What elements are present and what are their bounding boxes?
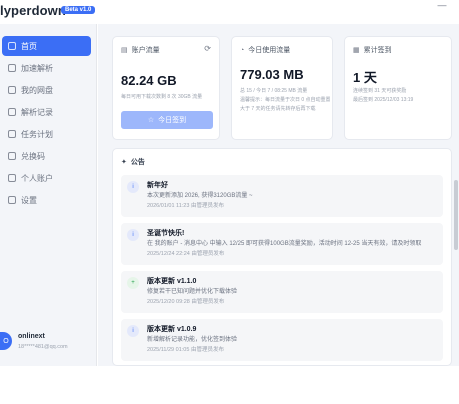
sidebar-item-label: 兑换码	[21, 151, 45, 161]
sidebar-item-label: 加速解析	[21, 63, 53, 73]
refresh-icon[interactable]: ⟳	[204, 44, 211, 53]
sidebar-item-disk[interactable]: 我的网盘	[2, 80, 91, 100]
minimize-button[interactable]: —	[436, 0, 448, 10]
cloud-icon	[8, 86, 16, 94]
notice-item-meta: 2025/12/24 22:24 由管理员发布	[147, 251, 225, 257]
wallet-icon: ▤	[121, 47, 128, 54]
sidebar-item-home[interactable]: 首页	[2, 36, 91, 56]
notice-item-title: 圣诞节快乐!	[147, 230, 185, 237]
sidebar-item-parse[interactable]: 加速解析	[2, 58, 91, 78]
info-icon: i	[127, 325, 139, 337]
notice-item-body: 新增解析记录功能，优化签到体验	[147, 337, 238, 343]
today-usage-card: ◔ 今日使用流量 779.03 MB 总 15 / 今日 7 / 08:25 M…	[231, 36, 333, 140]
sidebar-item-label: 首页	[21, 41, 37, 51]
gift-icon	[8, 152, 16, 160]
app-brand: lyperdown	[0, 3, 66, 18]
calendar-icon	[8, 130, 16, 138]
sidebar-item-redeem[interactable]: 兑换码	[2, 146, 91, 166]
sidebar-item-label: 解析记录	[21, 107, 53, 117]
notice-item-title: 版本更新 v1.1.0	[147, 278, 197, 285]
checkin-last-date: 最后签到 2025/12/03 13:19	[353, 97, 414, 103]
scrollbar[interactable]	[454, 180, 458, 250]
today-usage-sub: 总 15 / 今日 7 / 08:25 MB 流量	[240, 88, 308, 94]
card-title: ▤ 账户流量	[121, 45, 160, 55]
notice-item-meta: 2026/01/01 11:23 由管理员发布	[147, 203, 224, 209]
sidebar-item-label: 我的网盘	[21, 85, 53, 95]
sidebar-item-label: 任务计划	[21, 129, 53, 139]
notice-panel: ✦ 公告 i 新年好 本次更新添加 2026, 获得3120GB流量 ~ 202…	[112, 148, 452, 366]
user-icon	[8, 174, 16, 182]
user-email: 18*****481@qq.com	[18, 344, 68, 350]
account-traffic-card: ▤ 账户流量 ⟳ 82.24 GB 每日可用下载次数剩 8 次 30GB 流量 …	[112, 36, 220, 140]
account-traffic-sub: 每日可用下载次数剩 8 次 30GB 流量	[121, 94, 203, 100]
list-item[interactable]: i 版本更新 v1.0.9 新增解析记录功能，优化签到体验 2025/11/29…	[121, 319, 443, 361]
title-bar: lyperdown Beta v1.0 —	[0, 0, 459, 24]
today-usage-value: 779.03 MB	[240, 67, 304, 82]
main-content: ▤ 账户流量 ⟳ 82.24 GB 每日可用下载次数剩 8 次 30GB 流量 …	[98, 24, 459, 366]
notice-item-body: 修复若干已知问题并优化下载体验	[147, 289, 238, 295]
sidebar-item-label: 个人账户	[21, 173, 53, 183]
notice-item-meta: 2025/12/20 09:28 由管理员发布	[147, 299, 225, 305]
checkin-days-sub: 连续签到 31 天可获奖励	[353, 88, 407, 94]
user-profile[interactable]: O onlinext 18*****481@qq.com	[0, 328, 97, 358]
calendar-icon: ▦	[353, 47, 360, 54]
plus-icon: +	[127, 277, 139, 289]
star-icon: ☆	[147, 117, 155, 124]
app-window: lyperdown Beta v1.0 — 首页 加速解析 我的网盘 解析记录 …	[0, 0, 459, 366]
card-title-label: 今日使用流量	[248, 47, 291, 54]
list-item[interactable]: i 圣诞节快乐! 在 我的账户 - 消息中心 中输入 12/25 即可获得100…	[121, 223, 443, 265]
bolt-icon	[8, 64, 16, 72]
sidebar: 首页 加速解析 我的网盘 解析记录 任务计划 兑换码 个人账户 设置 O onl…	[0, 24, 97, 366]
account-traffic-value: 82.24 GB	[121, 73, 177, 88]
home-icon	[8, 42, 16, 50]
checkin-days-value: 1 天	[353, 70, 377, 85]
today-usage-note: 大于 7 天的任务请先转存后再下载	[240, 106, 316, 112]
card-title: ▦ 累计签到	[353, 45, 392, 55]
gauge-icon: ◔	[240, 46, 245, 54]
megaphone-icon: ✦	[121, 159, 127, 166]
sidebar-item-history[interactable]: 解析记录	[2, 102, 91, 122]
notice-header: ✦ 公告	[121, 157, 145, 167]
history-icon	[8, 108, 16, 116]
version-badge: Beta v1.0	[61, 6, 96, 14]
sidebar-item-tasks[interactable]: 任务计划	[2, 124, 91, 144]
gear-icon	[8, 196, 16, 204]
notice-title: 公告	[130, 159, 145, 166]
avatar: O	[0, 332, 12, 350]
list-item[interactable]: i 新年好 本次更新添加 2026, 获得3120GB流量 ~ 2026/01/…	[121, 175, 443, 217]
info-icon: i	[127, 181, 139, 193]
sidebar-item-account[interactable]: 个人账户	[2, 168, 91, 188]
card-title: ◔ 今日使用流量	[240, 45, 290, 55]
sidebar-item-label: 设置	[21, 195, 37, 205]
notice-item-title: 新年好	[147, 182, 168, 189]
checkin-button[interactable]: ☆ 今日签到	[121, 111, 213, 129]
notice-item-body: 在 我的账户 - 消息中心 中输入 12/25 即可获得100GB流量奖励，活动…	[147, 241, 422, 247]
notice-item-body: 本次更新添加 2026, 获得3120GB流量 ~	[147, 193, 253, 199]
info-icon: i	[127, 229, 139, 241]
list-item[interactable]: + 版本更新 v1.1.0 修复若干已知问题并优化下载体验 2025/12/20…	[121, 271, 443, 313]
notice-item-meta: 2025/11/29 01:05 由管理员发布	[147, 347, 224, 353]
checkin-days-card: ▦ 累计签到 1 天 连续签到 31 天可获奖励 最后签到 2025/12/03…	[344, 36, 452, 140]
sidebar-item-settings[interactable]: 设置	[2, 190, 91, 210]
card-title-label: 累计签到	[363, 47, 392, 54]
card-title-label: 账户流量	[131, 47, 160, 54]
checkin-button-label: 今日签到	[158, 117, 187, 124]
user-name: onlinext	[18, 333, 45, 340]
notice-item-title: 版本更新 v1.0.9	[147, 326, 197, 333]
today-usage-tip: 温馨提示：每日流量于次日 0 点自动重置	[240, 97, 330, 103]
